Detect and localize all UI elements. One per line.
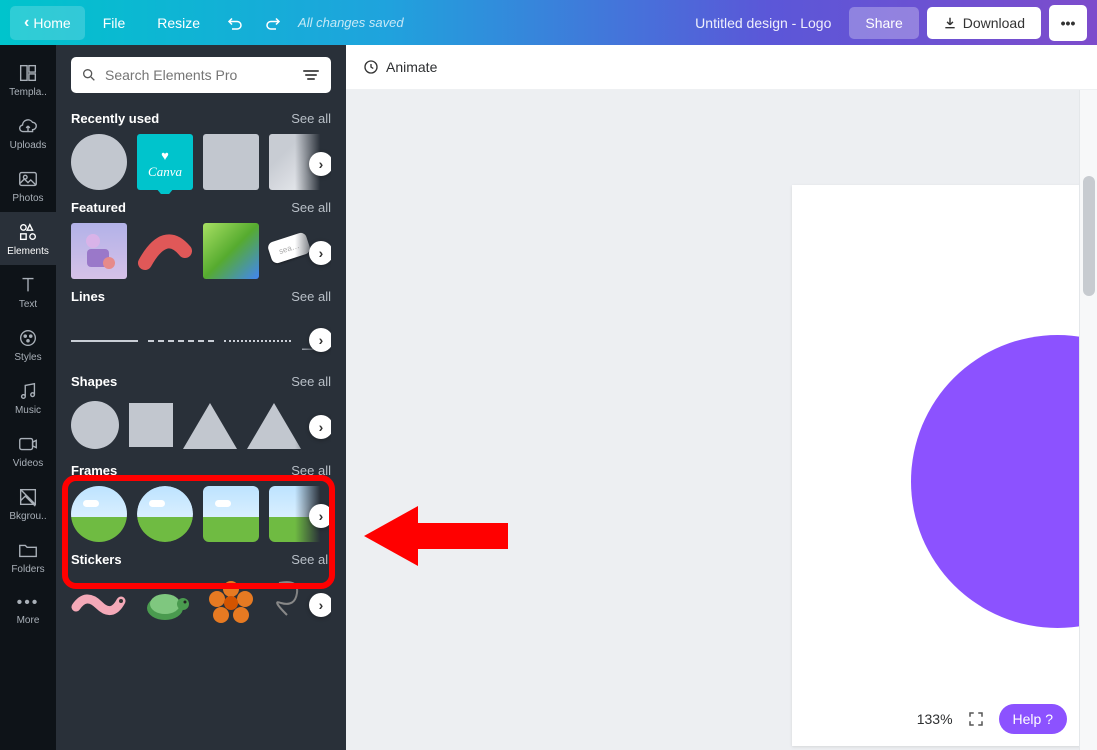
overflow-menu-button[interactable]: ••• — [1049, 5, 1087, 41]
frame-square[interactable] — [203, 486, 259, 542]
resize-button[interactable]: Resize — [143, 7, 214, 39]
search-icon — [81, 67, 97, 83]
row-next-button[interactable]: › — [309, 593, 331, 617]
section-stickers: Stickers See all › — [71, 552, 331, 635]
search-input[interactable] — [105, 67, 295, 83]
home-button[interactable]: Home — [10, 6, 85, 40]
share-button[interactable]: Share — [849, 7, 918, 39]
row-next-button[interactable]: › — [309, 328, 331, 352]
rail-music[interactable]: Music — [0, 371, 56, 424]
sticker-flower[interactable] — [203, 575, 259, 631]
animate-icon — [362, 58, 380, 76]
design-title[interactable]: Untitled design - Logo — [695, 15, 831, 31]
animate-button[interactable]: Animate — [362, 58, 437, 76]
rail-text[interactable]: Text — [0, 265, 56, 318]
shape-triangle-alt[interactable] — [247, 403, 301, 449]
purple-circle-element[interactable] — [911, 335, 1097, 628]
section-featured: Featured See all sea… › — [71, 200, 331, 283]
canvas-area: Animate + Add page 133% Help ? — [346, 45, 1097, 750]
top-bar: Home File Resize All changes saved Untit… — [0, 0, 1097, 45]
canvas-toolbar: Animate — [346, 45, 1097, 90]
section-title: Frames — [71, 463, 117, 478]
row-next-button[interactable]: › — [309, 504, 331, 528]
rail-videos[interactable]: Videos — [0, 424, 56, 477]
sticker-worm[interactable] — [71, 587, 127, 617]
download-label: Download — [963, 15, 1025, 31]
element-square[interactable] — [203, 134, 259, 190]
see-all-link[interactable]: See all — [291, 463, 331, 478]
rail-elements[interactable]: Elements — [0, 212, 56, 265]
see-all-link[interactable]: See all — [291, 552, 331, 567]
line-dashed[interactable] — [148, 340, 215, 368]
rail-styles[interactable]: Styles — [0, 318, 56, 371]
file-button[interactable]: File — [89, 7, 140, 39]
line-dotted[interactable] — [224, 340, 291, 368]
element-illustration[interactable] — [71, 223, 127, 279]
rail-uploads[interactable]: Uploads — [0, 106, 56, 159]
section-title: Lines — [71, 289, 105, 304]
filter-icon[interactable] — [303, 66, 321, 84]
section-title: Stickers — [71, 552, 122, 567]
home-label: Home — [33, 15, 70, 31]
zoom-level[interactable]: 133% — [917, 711, 953, 727]
save-status: All changes saved — [298, 15, 404, 30]
design-page[interactable] — [792, 185, 1097, 746]
vertical-scrollbar[interactable] — [1079, 90, 1097, 750]
sticker-turtle[interactable] — [137, 580, 193, 625]
see-all-link[interactable]: See all — [291, 289, 331, 304]
line-solid[interactable] — [71, 340, 138, 368]
shape-circle[interactable] — [71, 401, 119, 449]
redo-button[interactable] — [256, 6, 290, 40]
rail-photos[interactable]: Photos — [0, 159, 56, 212]
element-canva-badge[interactable] — [137, 134, 193, 190]
see-all-link[interactable]: See all — [291, 200, 331, 215]
elements-panel: Recently used See all › Featured See all s… — [56, 45, 346, 750]
section-recently-used: Recently used See all › — [71, 111, 331, 194]
rail-folders[interactable]: Folders — [0, 530, 56, 583]
rail-templates[interactable]: Templa.. — [0, 53, 56, 106]
section-frames: Frames See all › — [71, 463, 331, 546]
section-shapes: Shapes See all › — [71, 374, 331, 457]
canvas-stage[interactable]: + Add page — [346, 90, 1097, 750]
undo-button[interactable] — [218, 6, 252, 40]
side-rail: Templa.. Uploads Photos Elements Text St… — [0, 45, 56, 750]
section-lines: LinesSee all ⟶ › — [71, 289, 331, 368]
animate-label: Animate — [386, 59, 437, 75]
search-box[interactable] — [71, 57, 331, 93]
element-tag[interactable]: sea… — [267, 231, 312, 264]
row-next-button[interactable]: › — [309, 152, 331, 176]
element-circle[interactable] — [71, 134, 127, 190]
element-curve[interactable] — [137, 223, 193, 279]
rail-more[interactable]: •••More — [0, 583, 56, 636]
see-all-link[interactable]: See all — [291, 374, 331, 389]
frame-circle[interactable] — [71, 486, 127, 542]
help-button[interactable]: Help ? — [999, 704, 1067, 734]
section-title: Shapes — [71, 374, 117, 389]
row-next-button[interactable]: › — [309, 241, 331, 265]
see-all-link[interactable]: See all — [291, 111, 331, 126]
frame-scallop[interactable] — [137, 486, 193, 542]
download-button[interactable]: Download — [927, 7, 1041, 39]
fullscreen-icon[interactable] — [967, 710, 985, 728]
row-next-button[interactable]: › — [309, 415, 331, 439]
section-title: Recently used — [71, 111, 159, 126]
section-title: Featured — [71, 200, 126, 215]
shape-square[interactable] — [129, 403, 173, 447]
sticker-scribble[interactable] — [269, 575, 309, 625]
element-gradient-sq[interactable] — [203, 223, 259, 279]
shape-triangle[interactable] — [183, 403, 237, 449]
rail-background[interactable]: Bkgrou.. — [0, 477, 56, 530]
